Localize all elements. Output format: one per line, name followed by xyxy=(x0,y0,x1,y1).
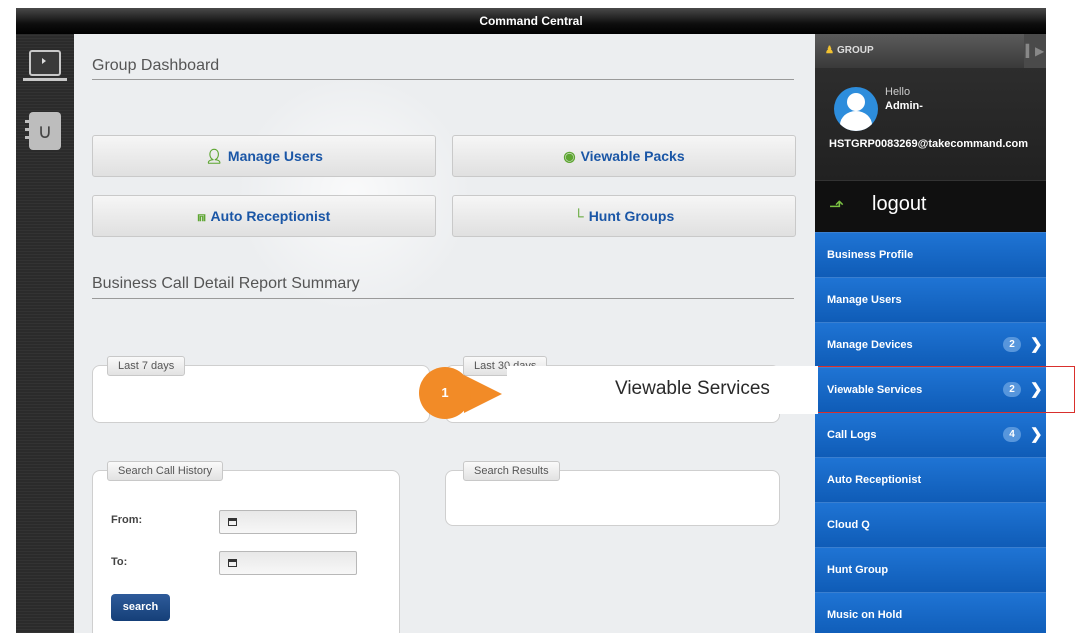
sidebar-item-manage-users[interactable]: Manage Users xyxy=(815,277,1046,322)
last-7-days-label: Last 7 days xyxy=(107,356,186,376)
eye-icon: ◉ xyxy=(563,147,576,164)
hunt-groups-button[interactable]: └ Hunt Groups xyxy=(452,195,796,237)
calendar-icon xyxy=(228,518,237,526)
org-chart-icon: ⩎ xyxy=(197,207,206,224)
sidebar-item-music-on-hold[interactable]: Music on Hold xyxy=(815,592,1046,633)
report-title: Business Call Detail Report Summary xyxy=(92,275,360,292)
sidebar-item-label: Manage Devices xyxy=(827,339,913,351)
search-call-history-label: Search Call History xyxy=(107,461,224,481)
from-date-input[interactable] xyxy=(219,510,357,534)
monitor-stand xyxy=(23,78,67,81)
hunt-groups-label: Hunt Groups xyxy=(588,208,675,224)
left-toolbar: ∪ xyxy=(16,34,74,633)
sidebar-item-label: Auto Receptionist xyxy=(827,474,922,486)
callout-box xyxy=(507,366,1075,414)
search-results-label: Search Results xyxy=(463,461,560,481)
contact-book-icon: ∪ xyxy=(25,112,61,150)
dashboard-divider xyxy=(92,79,794,80)
callout-text: Viewable Services xyxy=(615,378,770,399)
contacts-rail-button[interactable]: ∪ xyxy=(23,112,67,150)
user-name: Admin- xyxy=(885,100,923,112)
report-divider xyxy=(92,298,794,299)
dashboard-title: Group Dashboard xyxy=(92,57,220,74)
sidebar-item-hunt-group[interactable]: Hunt Group xyxy=(815,547,1046,592)
sidebar-item-call-logs[interactable]: Call Logs 4 ❯ xyxy=(815,412,1046,457)
sidebar-item-cloud-q[interactable]: Cloud Q xyxy=(815,502,1046,547)
to-label: To: xyxy=(111,556,128,568)
sidebar-header-label: GROUP xyxy=(836,45,874,56)
sidebar-item-label: Hunt Group xyxy=(827,564,889,576)
sidebar-item-label: Call Logs xyxy=(827,429,877,441)
dashboard-rail-button[interactable] xyxy=(23,46,67,84)
hunt-group-icon: └ xyxy=(573,208,584,224)
manage-users-button[interactable]: 👤︎ Manage Users xyxy=(92,135,436,177)
sidebar-item-label: Music on Hold xyxy=(827,609,903,621)
from-label: From: xyxy=(111,514,143,526)
calendar-icon xyxy=(228,559,237,567)
main-content: Group Dashboard 👤︎ Manage Users ◉ Viewab… xyxy=(74,34,815,633)
sidebar-item-label: Cloud Q xyxy=(827,519,870,531)
count-badge: 2 xyxy=(1003,337,1021,352)
screenshot-stage: Command Central ∪ Group Dashboard 👤︎ Man… xyxy=(0,0,1075,633)
viewable-packs-label: Viewable Packs xyxy=(580,148,685,164)
sidebar-item-label: Business Profile xyxy=(827,249,914,261)
chevron-right-icon: ❯ xyxy=(1030,336,1043,353)
user-email: HSTGRP0083269@takecommand.com xyxy=(829,138,1029,150)
sidebar-item-auto-receptionist[interactable]: Auto Receptionist xyxy=(815,457,1046,502)
count-badge: 4 xyxy=(1003,427,1021,442)
sidebar-header: ♟ GROUP xyxy=(815,34,1046,68)
sidebar-item-business-profile[interactable]: Business Profile xyxy=(815,232,1046,277)
viewable-packs-button[interactable]: ◉ Viewable Packs xyxy=(452,135,796,177)
logout-icon: ⬏︎ xyxy=(829,196,845,216)
manage-users-label: Manage Users xyxy=(227,148,323,164)
chevron-right-icon: ❯ xyxy=(1030,426,1043,443)
auto-receptionist-button[interactable]: ⩎ Auto Receptionist xyxy=(92,195,436,237)
user-icon: 👤︎ xyxy=(205,147,223,164)
right-sidebar: ♟ GROUP ▍▶ Hello Admin- HSTGRP0083269@tak… xyxy=(815,34,1046,633)
sidebar-item-manage-devices[interactable]: Manage Devices 2 ❯ xyxy=(815,322,1046,367)
sidebar-item-label: Manage Users xyxy=(827,294,902,306)
to-date-input[interactable] xyxy=(219,551,357,575)
callout-marker: 1 xyxy=(419,367,471,419)
auto-receptionist-label: Auto Receptionist xyxy=(210,208,331,224)
greeting: Hello xyxy=(885,86,911,98)
logout-label: logout xyxy=(872,193,927,215)
avatar xyxy=(834,87,878,131)
window-title: Command Central xyxy=(16,8,1046,34)
search-button[interactable]: search xyxy=(111,594,170,621)
logout-button[interactable]: ⬏︎ logout xyxy=(815,180,1046,232)
collapse-sidebar-icon[interactable]: ▍▶ xyxy=(1024,34,1046,68)
monitor-icon xyxy=(29,50,61,76)
group-icon: ♟ xyxy=(825,45,834,56)
sidebar-menu: Business Profile Manage Users Manage Dev… xyxy=(815,232,1046,633)
